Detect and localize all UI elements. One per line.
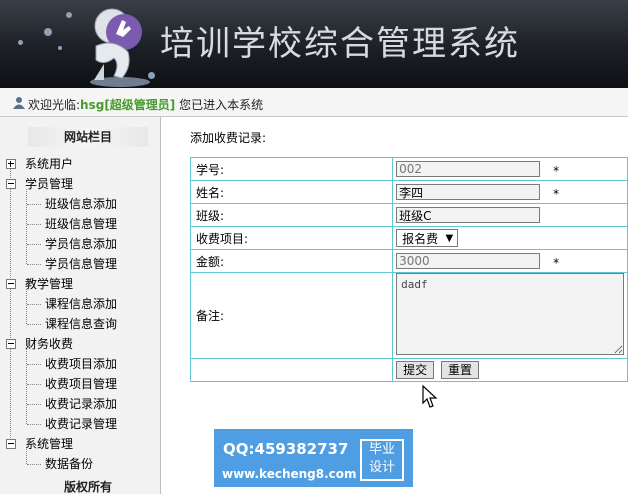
user-icon [13, 97, 25, 109]
header-banner: 培训学校综合管理系统 [0, 0, 628, 88]
watermark-line1: 毕业 [368, 442, 395, 457]
tree-connector [27, 224, 41, 225]
sidebar-group-label: 系统用户 [25, 157, 74, 171]
sidebar-item[interactable]: 收费项目管理 [45, 374, 117, 394]
sidebar-group-0[interactable]: 系统用户 [0, 154, 160, 174]
tree-connector [26, 349, 27, 424]
sidebar-item[interactable]: 学员信息管理 [45, 254, 117, 274]
mouse-cursor-icon [422, 385, 438, 408]
expand-toggle-icon[interactable] [6, 159, 16, 169]
watermark-banner: QQ:459382737 www.kecheng8.com 毕业 设计 [214, 429, 413, 487]
tree-connector [27, 264, 41, 265]
tree-connector [27, 324, 41, 325]
student-id-label: 学号: [189, 157, 394, 181]
tree-connector [27, 304, 41, 305]
tree-trunk [10, 168, 11, 448]
page-title: 添加收费记录: [190, 131, 267, 145]
form-row-student-id: 学号: * [189, 157, 628, 181]
sidebar-item[interactable]: 收费记录管理 [45, 414, 117, 434]
amount-input[interactable] [396, 253, 541, 269]
form-row-fee-item: 收费项目: 报名费 ▼ [189, 226, 628, 250]
sidebar-group-label: 系统管理 [25, 437, 74, 451]
tree-connector [27, 384, 41, 385]
sidebar-item[interactable]: 课程信息添加 [45, 294, 117, 314]
tree-connector [27, 404, 41, 405]
reset-button[interactable]: 重置 [440, 361, 479, 379]
form-row-name: 姓名: * [189, 180, 628, 204]
sidebar-group-4[interactable]: 系统管理 [0, 434, 160, 454]
sidebar-group-2[interactable]: 教学管理 [0, 274, 160, 294]
sidebar-item[interactable]: 班级信息管理 [45, 214, 117, 234]
fee-item-select[interactable]: 报名费 ▼ [396, 229, 459, 247]
system-title: 培训学校综合管理系统 [160, 24, 520, 64]
sidebar: 网站栏目 系统用户学员管理班级信息添加 班级信息管理 学员信息添加 学员信息管理教学管… [0, 117, 161, 494]
sidebar-group-label: 教学管理 [25, 277, 74, 291]
fee-item-label: 收费项目: [189, 226, 394, 250]
form-row-remark: 备注: dadf [189, 272, 628, 359]
remark-label: 备注: [189, 272, 394, 359]
class-label: 班级: [189, 203, 394, 227]
tree-connector [26, 449, 27, 464]
sidebar-item[interactable]: 班级信息添加 [45, 194, 117, 214]
tree-connector [27, 424, 41, 425]
class-input[interactable] [396, 207, 541, 223]
tree-connector [27, 364, 41, 365]
tree-connector [27, 464, 41, 465]
sidebar-item[interactable]: 课程信息查询 [45, 314, 117, 334]
watermark-qq: QQ:459382737 [223, 440, 349, 458]
submit-button[interactable]: 提交 [396, 361, 435, 379]
sidebar-group-label: 学员管理 [25, 177, 74, 191]
form-row-actions: 提交 重置 [189, 358, 628, 382]
watermark-site: www.kecheng8.com [222, 467, 357, 481]
sidebar-group-label: 财务收费 [25, 337, 74, 351]
mascot-logo-icon [90, 8, 150, 87]
watermark-badge: 毕业 设计 [360, 439, 404, 481]
sidebar-item[interactable]: 学员信息添加 [45, 234, 117, 254]
watermark-line2: 设计 [368, 460, 395, 475]
sidebar-item[interactable]: 收费记录添加 [45, 394, 117, 414]
required-mark: * [553, 164, 560, 178]
fee-record-form: 学号: * 姓名: * 班级: 收费项目: 报名费 ▼ 金额: * [189, 157, 628, 382]
collapse-toggle-icon[interactable] [6, 339, 16, 349]
form-row-class: 班级: [189, 203, 628, 227]
tree-connector [26, 189, 27, 264]
fee-item-selected-value: 报名费 [402, 232, 439, 246]
student-id-input[interactable] [396, 161, 541, 177]
remark-textarea[interactable]: dadf [396, 273, 625, 355]
collapse-toggle-icon[interactable] [6, 279, 16, 289]
collapse-toggle-icon[interactable] [6, 439, 16, 449]
sidebar-title: 网站栏目 [28, 127, 148, 147]
tree-connector [27, 244, 41, 245]
sidebar-footer: 版权所有 [64, 480, 113, 494]
tree-connector [26, 289, 27, 324]
required-mark: * [553, 256, 560, 270]
welcome-suffix: 您已进入本系统 [179, 98, 264, 112]
name-label: 姓名: [189, 180, 394, 204]
required-mark: * [553, 187, 560, 201]
amount-label: 金额: [189, 249, 394, 273]
name-input[interactable] [396, 184, 541, 200]
form-row-amount: 金额: * [189, 249, 628, 273]
collapse-toggle-icon[interactable] [6, 179, 16, 189]
sidebar-group-1[interactable]: 学员管理 [0, 174, 160, 194]
welcome-bar: 欢迎光临:hsg[超级管理员] 您已进入本系统 [0, 88, 628, 117]
welcome-username: hsg[超级管理员] [80, 98, 176, 112]
sidebar-item[interactable]: 收费项目添加 [45, 354, 117, 374]
tree-connector [27, 204, 41, 205]
sidebar-item[interactable]: 数据备份 [45, 454, 93, 474]
sidebar-group-3[interactable]: 财务收费 [0, 334, 160, 354]
dropdown-arrow-icon: ▼ [445, 233, 454, 244]
welcome-prefix: 欢迎光临: [28, 98, 81, 112]
